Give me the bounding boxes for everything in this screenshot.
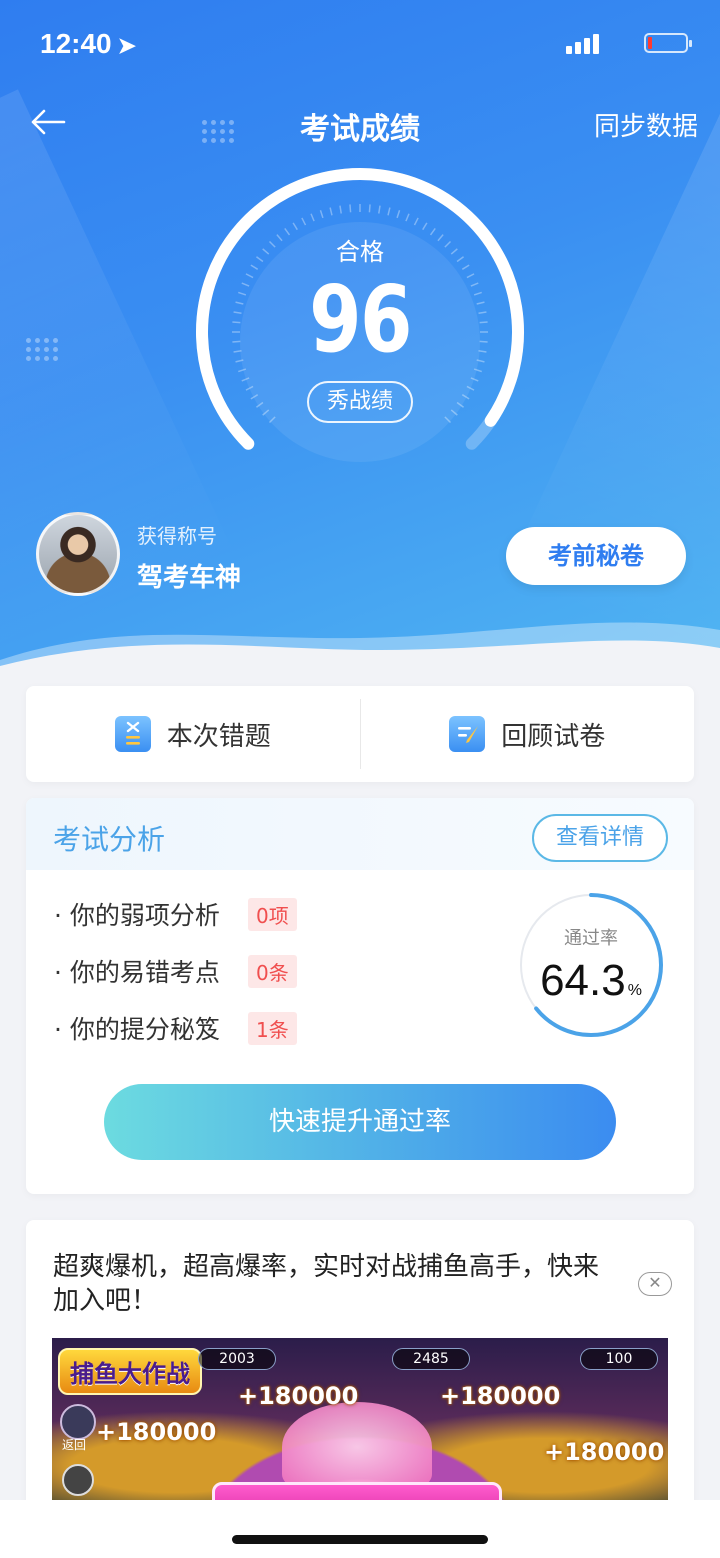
tips-row[interactable]: · 你的提分秘笈 1条: [54, 1010, 297, 1046]
gauge-tick: [470, 377, 479, 382]
actions-card: 本次错题 回顾试卷: [26, 686, 694, 782]
game-logo: 捕鱼大作战: [58, 1348, 202, 1395]
ad-amount: +180000: [440, 1382, 561, 1410]
status-time: 12:40 ➤: [40, 28, 137, 59]
review-paper-icon: [449, 716, 486, 752]
ad-text: 超爽爆机，超高爆率，实时对战捕鱼高手，快来加入吧！: [53, 1252, 600, 1316]
gauge-tick: [422, 222, 428, 231]
gauge-tick: [349, 204, 352, 213]
secret-paper-button[interactable]: 考前秘卷: [506, 527, 686, 585]
gauge-tick: [396, 210, 401, 219]
gauge-tick: [413, 217, 419, 226]
gauge-tick: [256, 401, 264, 408]
gauge-tick: [319, 210, 324, 219]
gauge-tick: [329, 207, 333, 216]
sync-data-button[interactable]: 同步数据: [594, 106, 698, 143]
decor-stripe: [502, 109, 720, 670]
pass-rate-unit: %: [627, 982, 642, 999]
stat-label: · 你的弱项分析: [54, 901, 220, 930]
gauge-tick: [268, 416, 276, 424]
gauge-tick: [262, 409, 270, 416]
stat-badge: 0项: [248, 897, 297, 931]
pass-rate-value: 64.3%: [510, 956, 672, 1006]
battery-icon: [644, 33, 692, 53]
gauge-tick: [405, 213, 410, 222]
signal-icon: [566, 32, 599, 54]
stat-badge: 1条: [248, 1011, 297, 1045]
gauge-tick: [241, 377, 250, 382]
gauge-tick: [292, 222, 298, 231]
show-results-button[interactable]: 秀战绩: [307, 381, 413, 423]
ad-counter: 2485: [392, 1348, 470, 1370]
gauge-tick: [450, 409, 458, 416]
gauge-tick: [461, 394, 470, 400]
title-value: 驾考车神: [137, 563, 242, 593]
analysis-header: 考试分析 查看详情: [26, 798, 694, 870]
home-indicator[interactable]: [232, 1535, 488, 1544]
gear-icon: [62, 1464, 94, 1496]
decor-dots: [26, 338, 58, 361]
gauge-tick: [245, 385, 254, 391]
pass-rate-label: 通过率: [564, 928, 618, 949]
ad-counter: 2003: [198, 1348, 276, 1370]
ad-counter: 100: [580, 1348, 658, 1370]
ad-back-label: 返回: [62, 1438, 87, 1452]
review-paper-label: 回顾试卷: [501, 721, 606, 752]
analysis-title: 考试分析: [53, 823, 166, 856]
nav-bar: 考试成绩 同步数据: [0, 96, 720, 150]
weakness-row[interactable]: · 你的弱项分析 0项: [54, 896, 297, 932]
ad-back-icon: [60, 1404, 96, 1440]
gauge-tick: [387, 207, 391, 216]
score-value: 96: [309, 266, 412, 373]
analysis-card: 考试分析 查看详情 · 你的弱项分析 0项 · 你的易错考点 0条 · 你的提分…: [26, 798, 694, 1194]
pass-rate-number: 64.3: [540, 956, 626, 1005]
gauge-tick: [250, 394, 259, 400]
gauge-tick: [301, 217, 307, 226]
wave-decoration: [0, 622, 720, 670]
ad-amount: +180000: [544, 1438, 665, 1466]
ad-amount: +180000: [96, 1418, 217, 1446]
stat-label: · 你的易错考点: [54, 958, 220, 987]
stat-label: · 你的提分秘笈: [54, 1015, 220, 1044]
review-paper-button[interactable]: 回顾试卷: [361, 686, 695, 782]
lotus-decoration: [282, 1402, 432, 1492]
ad-amount: +180000: [238, 1382, 359, 1410]
bottom-area: [0, 1500, 720, 1558]
status-bar: 12:40 ➤: [0, 0, 720, 88]
gauge-tick: [466, 385, 475, 391]
error-points-row[interactable]: · 你的易错考点 0条: [54, 953, 297, 989]
boost-pass-rate-button[interactable]: 快速提升通过率: [104, 1084, 616, 1160]
wrong-questions-icon: [114, 716, 151, 752]
stat-badge: 0条: [248, 954, 297, 988]
gauge-tick: [339, 205, 342, 214]
gauge-tick: [456, 401, 464, 408]
close-icon[interactable]: ✕: [638, 1272, 672, 1296]
gauge-tick: [368, 204, 371, 213]
avatar[interactable]: [36, 512, 120, 596]
ad-image[interactable]: 捕鱼大作战 2003 2485 100 +180000 +180000 +180…: [52, 1338, 668, 1520]
view-details-button[interactable]: 查看详情: [532, 814, 668, 862]
header-hero: 12:40 ➤ 考试成绩 同步数据 合格 96 秀战绩 获得称号 驾考车神 考前秘…: [0, 0, 720, 670]
title-label: 获得称号: [137, 524, 217, 548]
ad-card[interactable]: 超爽爆机，超高爆率，实时对战捕鱼高手，快来加入吧！ ✕ 捕鱼大作战 2003 2…: [26, 1220, 694, 1520]
gauge-tick: [378, 205, 381, 214]
wrong-questions-button[interactable]: 本次错题: [26, 686, 360, 782]
location-arrow-icon: ➤: [117, 33, 137, 58]
grade-label: 合格: [336, 238, 384, 266]
wrong-questions-label: 本次错题: [166, 721, 271, 752]
gauge-tick: [310, 213, 315, 222]
gauge-tick: [444, 416, 452, 424]
